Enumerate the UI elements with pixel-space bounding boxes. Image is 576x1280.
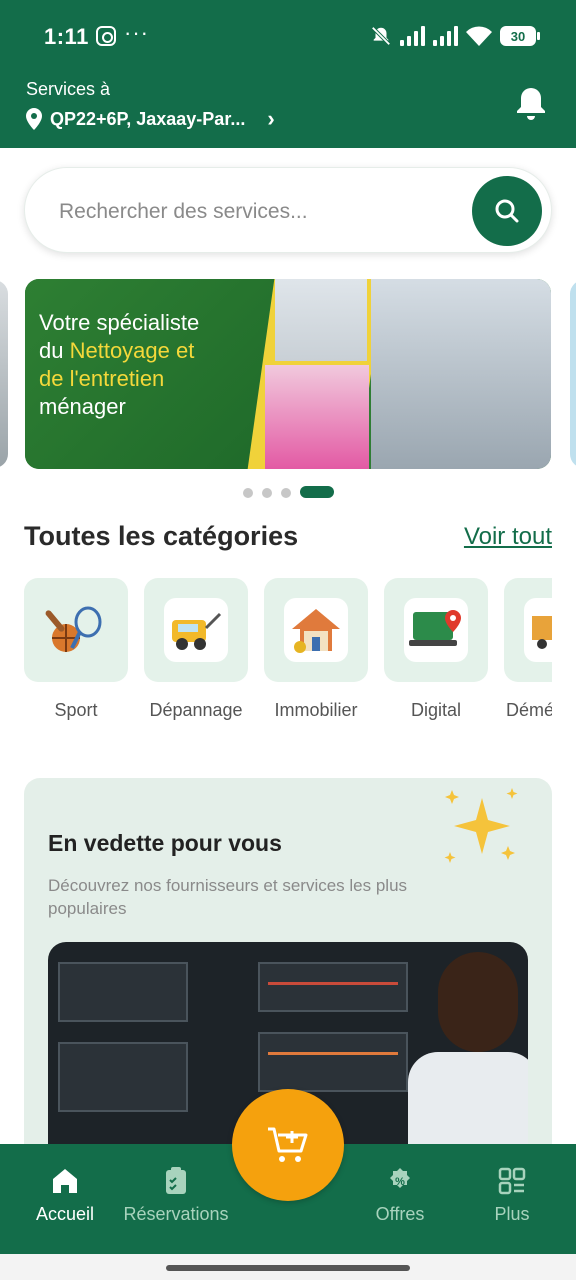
app-header: 1:11 ··· 30 Services à QP22+6P, Jaxaay-P…	[0, 0, 576, 148]
search-icon	[495, 199, 519, 223]
search-input[interactable]: Rechercher des services...	[59, 200, 308, 224]
prev-banner-peek[interactable]	[0, 280, 8, 468]
category-demenagement[interactable]: Démé	[504, 578, 552, 721]
instagram-icon	[96, 26, 116, 46]
banner-headline: Votre spécialiste du Nettoyage et de l'e…	[39, 309, 269, 421]
cable	[268, 982, 398, 985]
chevron-right-icon: ›	[267, 106, 275, 131]
nav-label: Offres	[375, 1204, 425, 1224]
search-bar[interactable]: Rechercher des services...	[24, 167, 552, 253]
category-label: Digital	[410, 700, 462, 720]
status-time: 1:11	[44, 24, 89, 49]
promo-banner[interactable]: Votre spécialiste du Nettoyage et de l'e…	[25, 279, 551, 469]
tow-truck-icon	[164, 598, 228, 662]
category-tile	[384, 578, 488, 682]
category-immobilier[interactable]: Immobilier	[264, 578, 368, 721]
banner-line-3: de l'entretien	[39, 366, 165, 391]
signal-icon-2	[433, 26, 458, 46]
cart-add-icon	[268, 1127, 308, 1162]
category-depannage[interactable]: Dépannage	[144, 578, 248, 721]
nav-offres[interactable]: % Offres	[370, 1144, 430, 1254]
server-rack	[258, 1032, 408, 1092]
nav-plus[interactable]: Plus	[482, 1144, 542, 1254]
sparkle-icon	[444, 788, 518, 863]
carousel-pager	[0, 486, 576, 498]
notification-bell-icon[interactable]	[516, 86, 546, 122]
status-bar: 1:11 ··· 30	[0, 0, 576, 72]
location-text: QP22+6P, Jaxaay-Par...	[50, 108, 246, 129]
clipboard-icon	[166, 1167, 186, 1194]
banner-line-1: Votre spécialiste	[39, 310, 200, 335]
category-label: Dépannage	[149, 700, 243, 720]
server-rack	[58, 962, 188, 1022]
pager-dot[interactable]	[243, 488, 253, 498]
svg-text:%: %	[395, 1176, 405, 1188]
status-icons: 30	[370, 22, 540, 50]
cart-fab-button[interactable]	[232, 1089, 344, 1201]
featured-subtitle: Découvrez nos fournisseurs et services l…	[48, 876, 408, 918]
featured-title: En vedette pour vous	[48, 830, 282, 856]
pager-dot-active[interactable]	[300, 486, 334, 498]
nav-label: Accueil	[35, 1204, 95, 1224]
location-pin-icon	[26, 108, 42, 130]
server-rack	[258, 962, 408, 1012]
pager-dot[interactable]	[262, 488, 272, 498]
nav-label: Réservations	[123, 1204, 229, 1224]
bell-off-icon	[371, 26, 391, 46]
nav-label: Plus	[494, 1204, 530, 1224]
more-notifications-icon: ···	[124, 20, 149, 45]
category-tile	[504, 578, 552, 682]
sport-icon	[44, 598, 108, 662]
categories-row: Sport Dépannage Immobilier Digital Démé	[24, 578, 552, 728]
nav-accueil[interactable]: Accueil	[30, 1144, 100, 1254]
home-icon	[53, 1169, 77, 1193]
technician-head	[438, 952, 518, 1052]
location-selector[interactable]: QP22+6P, Jaxaay-Par... ›	[26, 106, 275, 132]
grid-icon	[498, 1167, 526, 1195]
next-banner-peek[interactable]	[570, 280, 576, 468]
screen: 1:11 ··· 30 Services à QP22+6P, Jaxaay-P…	[0, 0, 576, 1280]
pager-dot[interactable]	[281, 488, 291, 498]
category-label: Immobilier	[274, 700, 358, 720]
category-label: Démé	[506, 700, 552, 720]
category-digital[interactable]: Digital	[384, 578, 488, 721]
search-button[interactable]	[472, 176, 542, 246]
signal-icon	[400, 26, 425, 46]
discount-badge-icon: %	[390, 1168, 410, 1188]
banner-line-2b: Nettoyage et	[69, 338, 195, 363]
category-sport[interactable]: Sport	[24, 578, 128, 721]
see-all-link[interactable]: Voir tout	[464, 523, 552, 551]
cable	[268, 1052, 398, 1055]
nav-reservations[interactable]: Réservations	[118, 1144, 234, 1254]
category-tile	[144, 578, 248, 682]
services-label: Services à	[26, 79, 111, 99]
banner-line-4: ménager	[39, 394, 126, 419]
laptop-map-icon	[404, 598, 468, 662]
battery-icon: 30	[500, 26, 540, 46]
cleaner-photo	[371, 279, 551, 469]
house-icon	[284, 598, 348, 662]
mop-image	[275, 279, 367, 361]
categories-title: Toutes les catégories	[24, 521, 299, 551]
banner-line-2a: du	[39, 338, 70, 363]
moving-truck-icon	[524, 598, 552, 662]
gesture-handle[interactable]	[166, 1265, 410, 1271]
category-tile	[24, 578, 128, 682]
category-label: Sport	[54, 700, 98, 720]
category-tile	[264, 578, 368, 682]
server-rack	[58, 1042, 188, 1112]
cleaning-gloves-image	[265, 365, 369, 469]
wifi-icon	[466, 26, 492, 46]
banner-line-2: du Nettoyage et	[39, 337, 269, 365]
